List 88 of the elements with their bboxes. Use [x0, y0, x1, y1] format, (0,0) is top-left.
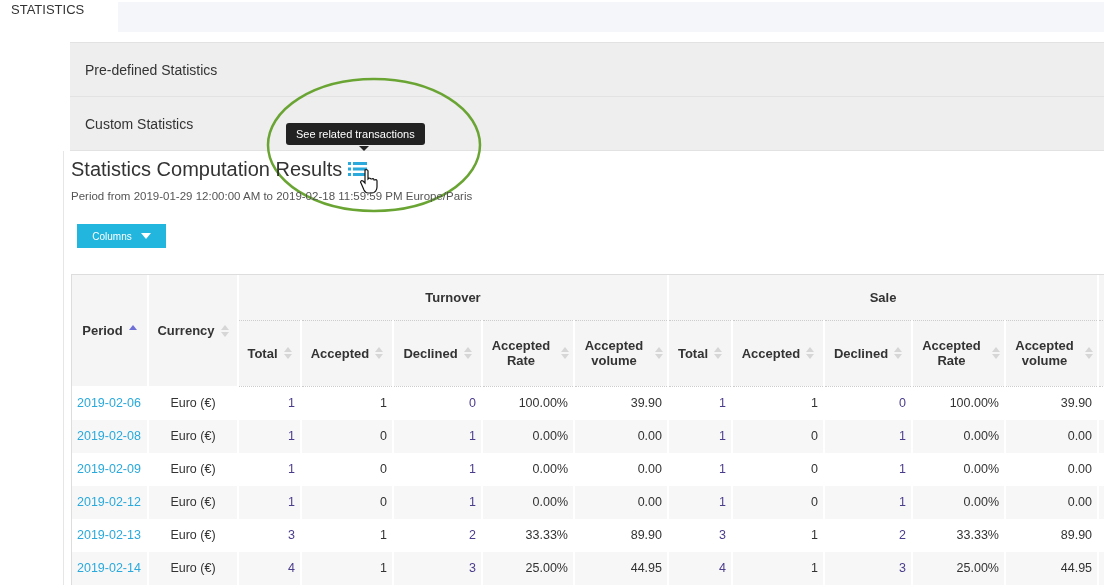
count-link[interactable]: 2 — [393, 518, 482, 552]
table-cell: 0.00 — [1005, 419, 1099, 453]
table-cell: 1 — [301, 386, 393, 420]
tooltip-arrow — [359, 146, 369, 151]
table-cell: 0 — [732, 419, 824, 453]
table-cell: 89.90 — [574, 518, 668, 552]
table-cell: 100.00% — [482, 386, 574, 420]
count-link[interactable]: 4 — [238, 551, 301, 585]
list-icon[interactable] — [348, 161, 368, 177]
table-cell: 1 — [732, 551, 824, 585]
count-link[interactable]: 4 — [668, 551, 732, 585]
table-cell: Euro (€) — [148, 452, 238, 486]
column-header[interactable]: Declined — [393, 320, 482, 386]
table-cell: 44.95 — [1005, 551, 1099, 585]
results-title: Statistics Computation Results — [71, 157, 343, 181]
count-link[interactable]: 1 — [824, 419, 912, 453]
caret-icon — [140, 233, 151, 239]
table-cell: Euro (€) — [148, 551, 238, 585]
count-link[interactable]: 0 — [393, 386, 482, 420]
column-header[interactable]: Accepted — [301, 320, 393, 386]
count-link[interactable]: 1 — [824, 485, 912, 519]
table-cell: 0 — [301, 485, 393, 519]
count-link[interactable]: 1 — [238, 485, 301, 519]
table-cell: 0 — [732, 452, 824, 486]
count-link[interactable]: 1 — [393, 419, 482, 453]
table-cell: 0.00 — [1005, 452, 1099, 486]
count-link[interactable]: 1 — [668, 452, 732, 486]
table-cell: 33.33% — [912, 518, 1005, 552]
table-cell: 1 — [301, 518, 393, 552]
column-header[interactable]: Total — [668, 320, 732, 386]
count-link[interactable]: 0 — [824, 386, 912, 420]
table-cell: 39.90 — [574, 386, 668, 420]
count-link[interactable]: 2 — [824, 518, 912, 552]
column-header[interactable]: Accepted Rate — [912, 320, 1005, 386]
tooltip: See related transactions — [286, 123, 425, 145]
column-header[interactable]: Accepted volume — [1005, 320, 1099, 386]
table-cell: 25.00% — [912, 551, 1005, 585]
count-link[interactable]: 1 — [668, 386, 732, 420]
table-cell: 0 — [301, 452, 393, 486]
table-cell: Euro (€) — [148, 485, 238, 519]
table-cell: 0.00% — [912, 419, 1005, 453]
count-link[interactable]: 3 — [668, 518, 732, 552]
count-link[interactable]: 3 — [824, 551, 912, 585]
table-cell: 0.00% — [482, 485, 574, 519]
table-cell: 25.00% — [482, 551, 574, 585]
table-cell: 1 — [301, 551, 393, 585]
column-header[interactable]: Total — [238, 320, 301, 386]
table-cell: Euro (€) — [148, 386, 238, 420]
table-cell: 1 — [732, 518, 824, 552]
page-title: STATISTICS — [10, 1, 86, 19]
table-cell: 0.00% — [482, 452, 574, 486]
table-cell: Euro (€) — [148, 419, 238, 453]
table-cell: 100.00% — [912, 386, 1005, 420]
column-header[interactable]: Currency — [148, 275, 238, 386]
table-cell: 0.00 — [574, 485, 668, 519]
table-cell: 39.90 — [1005, 386, 1099, 420]
count-link[interactable]: 1 — [824, 452, 912, 486]
table-cell: 0 — [732, 485, 824, 519]
table-cell: 44.95 — [574, 551, 668, 585]
table-cell: 89.90 — [1005, 518, 1099, 552]
group-header: Sale — [668, 275, 1099, 320]
count-link[interactable]: 1 — [668, 485, 732, 519]
table-cell: 0 — [301, 419, 393, 453]
count-link[interactable]: 3 — [393, 551, 482, 585]
accordion-header[interactable]: Pre-defined Statistics — [70, 43, 1104, 97]
table-cell: 0.00 — [1005, 485, 1099, 519]
count-link[interactable]: 1 — [238, 419, 301, 453]
table-cell: 0.00 — [574, 452, 668, 486]
count-link[interactable]: 1 — [393, 485, 482, 519]
table-cell: 0.00% — [912, 452, 1005, 486]
table-cell: 0.00% — [912, 485, 1005, 519]
table-cell: 1 — [732, 386, 824, 420]
group-header: Turnover — [238, 275, 668, 320]
table-cell: 0.00% — [482, 419, 574, 453]
column-header[interactable]: Period — [72, 275, 148, 386]
count-link[interactable]: 1 — [238, 452, 301, 486]
count-link[interactable]: 1 — [668, 419, 732, 453]
count-link[interactable]: 3 — [238, 518, 301, 552]
hand-cursor-icon — [360, 168, 380, 194]
column-header[interactable]: Accepted Rate — [482, 320, 574, 386]
count-link[interactable]: 1 — [238, 386, 301, 420]
table-cell: 0.00 — [574, 419, 668, 453]
table-cell: Euro (€) — [148, 518, 238, 552]
column-header[interactable]: Declined — [824, 320, 912, 386]
column-header[interactable]: Accepted — [732, 320, 824, 386]
column-header[interactable]: Accepted volume — [574, 320, 668, 386]
count-link[interactable]: 1 — [393, 452, 482, 486]
table-cell: 33.33% — [482, 518, 574, 552]
